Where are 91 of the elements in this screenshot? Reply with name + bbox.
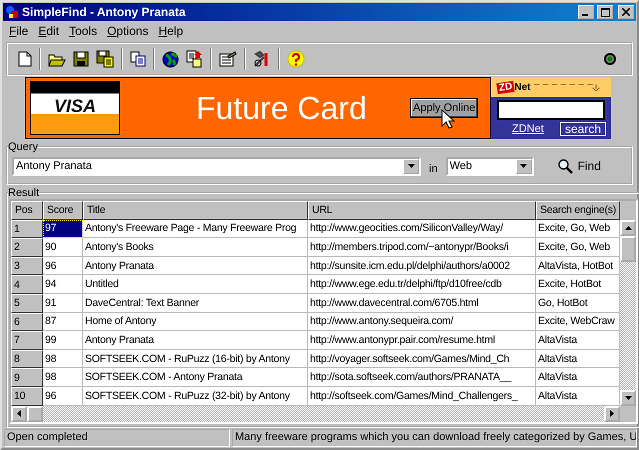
table-cell: Untitled [83,275,308,294]
table-cell: http://members.tripod.com/~antonypr/Books/i [308,238,536,257]
table-cell: 98 [43,350,83,368]
right-arrow-icon[interactable] [610,410,614,418]
corner-panel [620,201,636,220]
menu-item[interactable]: File [4,24,34,38]
scroll-thumb[interactable] [620,236,636,262]
row-header[interactable]: 1 [11,220,43,238]
table-cell: Home of Antony [83,312,308,332]
table-cell: Antony Pranata [83,331,308,350]
new-file-icon[interactable] [18,51,32,67]
field-label: in [429,162,438,175]
row-header[interactable]: 3 [11,256,43,276]
column-header[interactable]: Score [43,201,83,220]
horizontal-scrollbar[interactable] [11,406,620,422]
search-field[interactable] [497,100,605,120]
partner-logo: ZD Net [497,82,530,92]
maximize-button[interactable] [597,5,613,19]
minimize-button[interactable] [578,5,594,19]
column-header[interactable]: Pos [11,201,43,220]
dropdown-arrow-icon[interactable] [408,164,414,168]
row-header[interactable]: 4 [11,275,43,294]
scroll-thumb[interactable] [27,406,43,422]
table-cell: http://sota.softseek.com/authors/PRANATA__ [308,368,536,387]
table-cell: http://sunsite.icm.edu.pl/delphi/authors/a0002 [308,256,536,276]
card-logo: VISA [30,81,120,135]
close-button[interactable] [618,5,634,19]
row-header[interactable]: 6 [11,312,43,332]
table-cell: 91 [43,294,83,313]
table-cell: 99 [43,331,83,350]
table-cell: 96 [43,256,83,276]
row-header[interactable]: 7 [11,331,43,350]
status-text: Open completed [4,428,230,447]
row-header[interactable]: 10 [11,386,43,406]
row-header[interactable]: 8 [11,350,43,368]
status-text: Many freeware programs which you can download freely categorized by Games, U [232,428,637,447]
table-cell: 97 [43,220,83,238]
row-header[interactable]: 2 [11,238,43,257]
table-cell: Antony Pranata [83,256,308,276]
table-cell: SOFTSEEK.COM - Antony Pranata [83,368,308,387]
menu-item[interactable]: Edit [33,24,64,38]
find-button[interactable]: Find [556,156,603,176]
table-cell: Antony's Freeware Page - Many Freeware Prog [83,220,308,238]
table-cell: 98 [43,368,83,387]
column-header[interactable]: Search engine(s) [536,201,620,220]
group-label: Query [8,141,38,153]
table-cell: http://www.antonypr.pair.com/resume.html [308,331,536,350]
table-cell: 94 [43,275,83,294]
maximize-icon[interactable] [600,8,610,16]
up-arrow-icon[interactable] [624,226,632,230]
banner-headline: Future Card [196,90,368,126]
column-header[interactable]: Title [83,201,308,220]
down-arrow-icon[interactable] [624,396,632,400]
menu-item[interactable]: Help [153,24,188,38]
window-title: SimpleFind - Antony Pranata [22,5,187,19]
row-header[interactable]: 9 [11,368,43,387]
ad-banner[interactable]: VISA Future Card Apply Online [25,77,491,139]
menu-item[interactable]: Options [102,24,154,38]
save-all-icon[interactable] [96,50,114,68]
scope-dropdown[interactable]: Web [446,156,534,176]
status-light-icon [603,52,617,66]
table-cell: DaveCentral: Text Banner [83,294,308,313]
table-cell: Antony's Books [83,238,308,257]
column-header[interactable]: URL [308,201,536,220]
table-cell: 90 [43,238,83,257]
table-cell: SOFTSEEK.COM - RuPuzz (16-bit) by Antony [83,350,308,368]
search-icon[interactable] [558,158,573,174]
row-header[interactable]: 5 [11,294,43,313]
table-cell: http://www.davecentral.com/6705.html [308,294,536,313]
arrow-icon [534,83,601,91]
query-field[interactable]: Antony Pranata [12,156,421,176]
app-icon [5,5,19,19]
table-cell: http://www.geocities.com/SiliconValley/Way/ [308,220,536,238]
left-arrow-icon[interactable] [17,410,21,418]
folder-icon[interactable] [48,52,66,66]
group-label: Result [8,187,40,199]
copy-icon[interactable] [130,51,146,67]
table-cell: 87 [43,312,83,332]
help-icon[interactable] [287,50,305,68]
export-icon[interactable] [186,50,203,68]
table-cell: http://www.antony.sequeira.com/ [308,312,536,332]
globe-icon[interactable] [162,50,179,68]
properties-icon[interactable] [219,51,237,67]
partner-link[interactable]: ZDNet [512,123,544,135]
menu-item[interactable]: Tools [64,24,102,38]
table-cell: http://voyager.softseek.com/Games/Mind_Ch [308,350,536,368]
search-button[interactable]: search [560,122,606,136]
vertical-scrollbar[interactable] [620,201,636,406]
table-cell: http://www.ege.edu.tr/delphi/ftp/d10free/cdb [308,275,536,294]
close-icon[interactable] [622,8,630,16]
dropdown-arrow-icon[interactable] [520,164,528,168]
